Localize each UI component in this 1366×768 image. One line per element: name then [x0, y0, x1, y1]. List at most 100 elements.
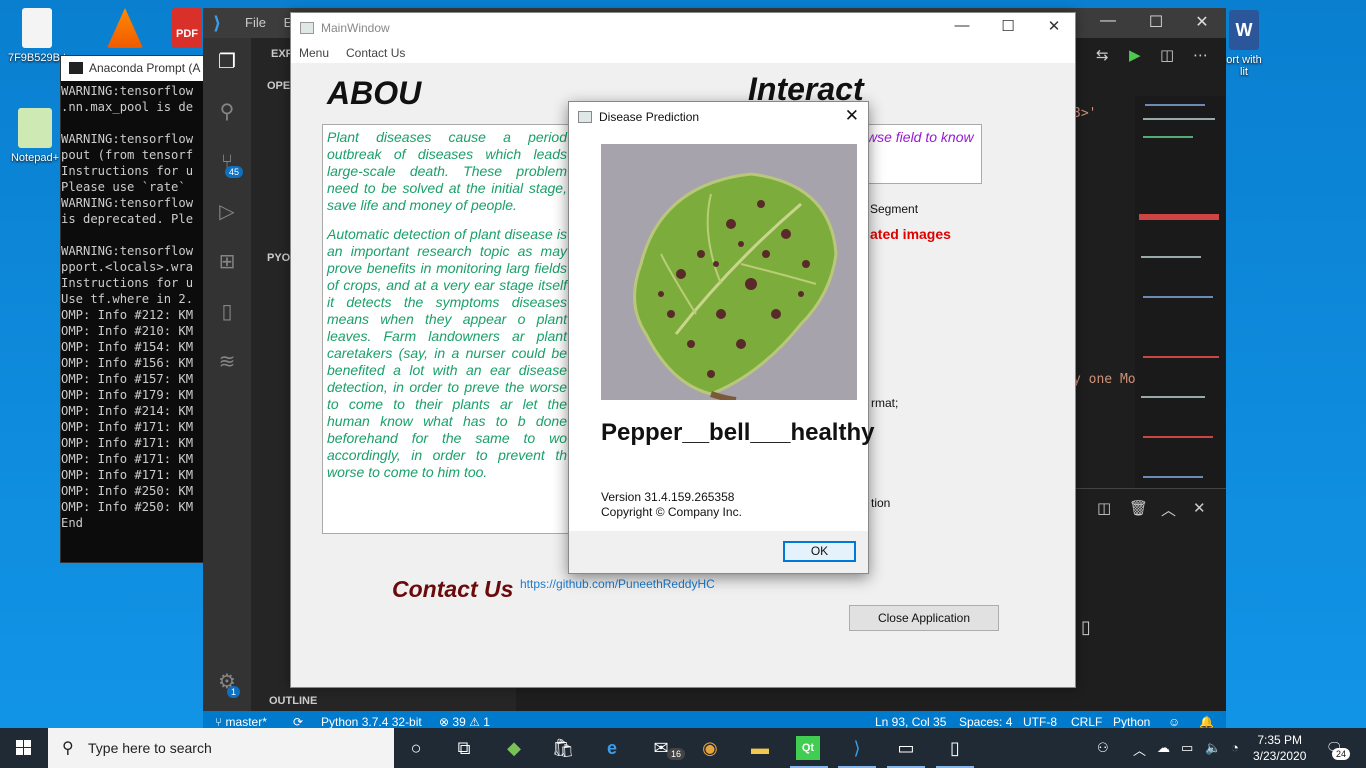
- cursor-position[interactable]: Ln 93, Col 35: [875, 715, 946, 729]
- source-control-badge: 45: [225, 166, 244, 178]
- interact-hint-text: wse field to know: [867, 129, 974, 145]
- ok-button[interactable]: OK: [783, 541, 856, 562]
- segmented-images-label: ated images: [870, 226, 951, 242]
- taskbar: ⚲ Type here to search ○ ⧉ ◆ 🛍 e ✉ 16 ◉ ▬…: [0, 728, 1366, 768]
- line-ending[interactable]: CRLF: [1071, 715, 1102, 729]
- notifications-bell-icon[interactable]: 🔔: [1199, 715, 1214, 729]
- system-clock[interactable]: 7:35 PM 3/23/2020: [1253, 732, 1306, 764]
- chrome-icon[interactable]: ◉: [698, 736, 722, 760]
- feedback-icon[interactable]: ☺: [1168, 715, 1180, 729]
- store-icon[interactable]: 🛍: [551, 736, 575, 760]
- compare-icon[interactable]: ⇆: [1096, 46, 1109, 64]
- segment-label: Segment: [870, 202, 919, 216]
- split-editor-icon[interactable]: ◫: [1160, 46, 1174, 64]
- people-icon[interactable]: ⚇: [1097, 740, 1109, 756]
- mail-badge: 16: [667, 748, 686, 760]
- word-document-label: ort with lit: [1226, 54, 1262, 78]
- start-button[interactable]: [0, 728, 48, 768]
- format-label: rmat;: [871, 396, 899, 410]
- code-fragment-1: 3>': [1073, 106, 1097, 121]
- wifi-icon[interactable]: ◔: [1231, 740, 1239, 755]
- about-heading: ABOU: [327, 75, 422, 111]
- problems-status[interactable]: ⊗ 39 ⚠ 1: [439, 715, 490, 729]
- debug-icon[interactable]: ▷: [215, 200, 239, 224]
- android-studio-icon[interactable]: ◆: [502, 736, 526, 760]
- dialog-close-icon[interactable]: ✕: [845, 106, 859, 126]
- search-placeholder: Type here to search: [88, 740, 212, 756]
- prediction-label: tion: [871, 496, 891, 510]
- main-window-title: MainWindow: [321, 21, 390, 35]
- desktop-file-label: 7F9B529B.t: [7, 52, 67, 64]
- network-icon[interactable]: ☁: [1157, 740, 1170, 756]
- search-icon[interactable]: ⚲: [215, 100, 239, 124]
- more-actions-icon[interactable]: ⋯: [1193, 46, 1208, 64]
- main-maximize-button[interactable]: ☐: [985, 17, 1031, 35]
- clock-date: 3/23/2020: [1253, 749, 1307, 763]
- main-menubar: Menu Contact Us: [291, 43, 1075, 63]
- menu-menu[interactable]: Menu: [299, 46, 329, 60]
- leaf-image: [601, 144, 857, 400]
- indentation[interactable]: Spaces: 4: [959, 715, 1012, 729]
- terminal-taskbar-icon[interactable]: ▭: [894, 736, 918, 760]
- edge-icon[interactable]: e: [600, 736, 624, 760]
- vscode-logo-icon: ⟩: [213, 13, 222, 33]
- vlc-icon[interactable]: [90, 8, 160, 52]
- remote-icon[interactable]: ▯: [215, 300, 239, 324]
- file-explorer-icon[interactable]: ▬: [748, 736, 772, 760]
- trash-icon[interactable]: 🗑: [1129, 499, 1148, 517]
- notepad-taskbar-icon[interactable]: ▯: [943, 736, 967, 760]
- app-window-icon: [300, 22, 314, 34]
- vscode-close-button[interactable]: ✕: [1187, 12, 1217, 32]
- battery-icon[interactable]: ▭: [1181, 740, 1193, 756]
- gear-badge: 1: [227, 686, 241, 698]
- terminal-cursor: ▯: [1081, 617, 1091, 637]
- anaconda-title: Anaconda Prompt (A: [61, 56, 209, 81]
- main-minimize-button[interactable]: —: [939, 17, 985, 34]
- volume-icon[interactable]: 🔈: [1205, 740, 1221, 756]
- github-link[interactable]: https://github.com/PuneethReddyHC: [520, 577, 715, 591]
- sync-icon[interactable]: ⟳: [293, 715, 303, 729]
- notepad-plus-label: Notepad+: [10, 152, 59, 164]
- branch-status[interactable]: ⑂ master*: [215, 715, 267, 729]
- python-interpreter[interactable]: Python 3.7.4 32-bit: [321, 715, 422, 729]
- chevron-up-icon[interactable]: ︿: [1161, 499, 1176, 520]
- open-editors-section[interactable]: OPE: [267, 80, 290, 92]
- cortana-icon[interactable]: ○: [404, 736, 428, 760]
- run-icon[interactable]: ▶: [1129, 46, 1141, 64]
- encoding[interactable]: UTF-8: [1023, 715, 1057, 729]
- vscode-minimize-button[interactable]: —: [1093, 12, 1123, 30]
- qt-creator-icon[interactable]: Qt: [796, 736, 820, 760]
- menu-contact-us[interactable]: Contact Us: [346, 46, 405, 60]
- dialog-app-icon: [578, 111, 592, 123]
- python-section[interactable]: PYO: [267, 252, 290, 264]
- main-window-titlebar: MainWindow — ☐ ✕: [291, 13, 1075, 43]
- bottom-panel: ◫ 🗑 ︿ ✕ ▯: [1073, 488, 1226, 703]
- close-panel-icon[interactable]: ✕: [1193, 499, 1206, 517]
- dialog-body: Pepper__bell___healthy Version 31.4.159.…: [569, 132, 874, 531]
- version-info: Version 31.4.159.265358 Copyright © Comp…: [601, 490, 742, 520]
- menu-file[interactable]: File: [245, 15, 266, 30]
- tray-chevron-icon[interactable]: ︿: [1133, 740, 1146, 759]
- search-magnifier-icon: ⚲: [62, 740, 74, 757]
- vscode-taskbar-icon[interactable]: ⟩: [845, 736, 869, 760]
- task-view-icon[interactable]: ⧉: [452, 736, 476, 760]
- disease-prediction-dialog[interactable]: Disease Prediction ✕ Pepper__bell___heal…: [568, 101, 874, 574]
- clock-time: 7:35 PM: [1257, 733, 1303, 747]
- explorer-icon[interactable]: ❐: [215, 50, 239, 74]
- extensions-icon[interactable]: ⊞: [215, 250, 239, 274]
- about-text-box[interactable]: Plant diseases cause a period outbreak o…: [322, 124, 572, 534]
- split-panel-icon[interactable]: ◫: [1097, 499, 1111, 517]
- taskbar-search-box[interactable]: ⚲ Type here to search: [48, 728, 394, 768]
- code-fragment-2: y one Mo: [1073, 372, 1136, 387]
- outline-section[interactable]: OUTLINE: [269, 695, 317, 707]
- anaconda-prompt-window[interactable]: Anaconda Prompt (A WARNING:tensorflow .n…: [60, 55, 210, 563]
- windows-logo-icon: [16, 740, 31, 755]
- main-close-button[interactable]: ✕: [1031, 17, 1077, 35]
- language-mode[interactable]: Python: [1113, 715, 1150, 729]
- close-application-button[interactable]: Close Application: [849, 605, 999, 631]
- prediction-result: Pepper__bell___healthy: [601, 419, 875, 446]
- docker-icon[interactable]: ≋: [215, 350, 239, 374]
- vscode-maximize-button[interactable]: ☐: [1141, 12, 1171, 32]
- dialog-titlebar: Disease Prediction ✕: [569, 102, 868, 132]
- minimap[interactable]: [1135, 96, 1225, 491]
